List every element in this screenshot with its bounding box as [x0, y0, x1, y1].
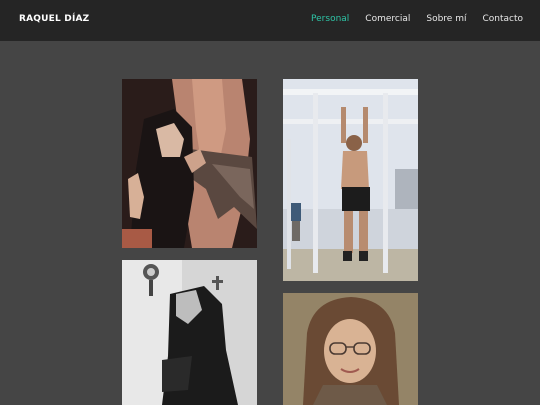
- woman-in-black-image: [122, 260, 257, 405]
- nav-item-contacto[interactable]: Contacto: [482, 14, 523, 24]
- gallery-photo-portrait[interactable]: [283, 293, 418, 405]
- nun-embracing-crucifix-image: [122, 79, 257, 248]
- girl-with-glasses-image: [283, 293, 418, 405]
- gallery-photo-bars[interactable]: [283, 79, 418, 281]
- main-nav: Personal Comercial Sobre mí Contacto: [295, 14, 523, 24]
- man-hanging-from-bars-image: [283, 79, 418, 281]
- gallery-photo-mourning[interactable]: [122, 260, 257, 405]
- nav-item-personal[interactable]: Personal: [311, 14, 349, 24]
- nav-item-sobre-mi[interactable]: Sobre mí: [426, 14, 466, 24]
- site-header: RAQUEL DÍAZ Personal Comercial Sobre mí …: [0, 0, 540, 41]
- nav-item-comercial[interactable]: Comercial: [365, 14, 410, 24]
- site-brand[interactable]: RAQUEL DÍAZ: [19, 14, 89, 24]
- gallery-photo-nun[interactable]: [122, 79, 257, 248]
